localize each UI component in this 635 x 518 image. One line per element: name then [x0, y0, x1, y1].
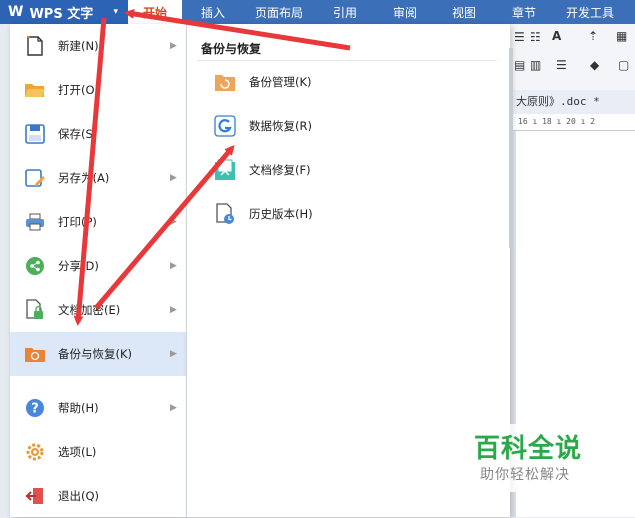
menu-item-backup-restore[interactable]: 备份与恢复(K) ▶ — [10, 332, 186, 376]
submenu-scrollbar[interactable] — [509, 48, 513, 248]
exit-icon — [24, 485, 46, 507]
tab-page-layout[interactable]: 页面布局 — [255, 0, 303, 24]
folder-open-icon — [24, 79, 46, 101]
backup-icon — [24, 343, 46, 365]
ribbon-tab-bar: W WPS 文字 ▾ 开始 插入 页面布局 引用 审阅 视图 章节 开发工具 — [0, 0, 635, 24]
menu-item-save-as[interactable]: 另存为(A) ▶ — [10, 156, 186, 200]
chevron-right-icon: ▶ — [170, 349, 177, 359]
chevron-right-icon: ▶ — [170, 173, 177, 183]
align-icon[interactable]: ▤ — [514, 58, 525, 72]
spacing-icon[interactable]: ⇡ — [588, 29, 598, 43]
save-as-icon — [24, 167, 46, 189]
menu-item-print[interactable]: 打印(P) ▶ — [10, 200, 186, 244]
wps-app-menu-button[interactable]: W WPS 文字 ▾ — [0, 0, 128, 24]
help-icon: ? — [24, 397, 46, 419]
menu-label-save-as: 另存为(A) — [58, 171, 110, 185]
svg-text:?: ? — [31, 402, 39, 417]
line-spacing-icon[interactable]: ☰ — [556, 58, 567, 72]
menu-label-exit: 退出(Q) — [58, 489, 100, 503]
distribute-icon[interactable]: ▥ — [530, 58, 541, 72]
chevron-right-icon: ▶ — [170, 217, 177, 227]
file-menu: 新建(N) ▶ 打开(O) 保存(S) 另存为(A) ▶ 打印(P) ▶ 分享(… — [10, 24, 187, 517]
tab-developer[interactable]: 开发工具 — [566, 0, 614, 24]
horizontal-ruler: 16 ı 18 ı 20 ı 2 — [510, 114, 635, 131]
ribbon-toolbar: ☰ ☷ A ⇡ ▦ ▤ ▥ ☰ ◆ ▢ — [510, 24, 635, 91]
menu-label-encrypt: 文档加密(E) — [58, 303, 121, 317]
border-icon[interactable]: ▢ — [618, 58, 629, 72]
history-version-icon — [213, 202, 237, 226]
watermark-subtitle: 助你轻松解决 — [480, 467, 570, 483]
share-icon — [24, 255, 46, 277]
menu-item-help[interactable]: ? 帮助(H) ▶ — [10, 386, 186, 430]
settings-icon — [24, 441, 46, 463]
submenu-item-history-version[interactable]: 历史版本(H) — [187, 194, 510, 234]
tab-insert[interactable]: 插入 — [201, 0, 225, 24]
menu-item-share[interactable]: 分享(D) ▶ — [10, 244, 186, 288]
submenu-divider — [197, 60, 497, 61]
document-repair-icon — [213, 158, 237, 182]
document-lock-icon — [24, 299, 46, 321]
menu-label-options: 选项(L) — [58, 445, 97, 459]
menu-item-encrypt[interactable]: 文档加密(E) ▶ — [10, 288, 186, 332]
table-icon[interactable]: ▦ — [616, 29, 627, 43]
app-title: WPS 文字 — [29, 6, 94, 22]
backup-manage-icon — [213, 70, 237, 94]
new-file-icon — [24, 35, 46, 57]
tab-review[interactable]: 审阅 — [393, 0, 417, 24]
submenu-item-data-recovery[interactable]: 数据恢复(R) — [187, 106, 510, 146]
tab-start[interactable]: 开始 — [128, 0, 182, 24]
chevron-right-icon: ▶ — [170, 41, 177, 51]
ruler-labels: 16 ı 18 ı 20 ı 2 — [518, 117, 596, 126]
tab-view[interactable]: 视图 — [452, 0, 476, 24]
menu-label-print: 打印(P) — [58, 215, 97, 229]
submenu-label-backup-manage: 备份管理(K) — [249, 75, 312, 89]
document-tab[interactable]: 大原则》.doc * — [510, 90, 635, 112]
left-edge — [0, 24, 10, 517]
menu-label-new: 新建(N) — [58, 39, 99, 53]
submenu-title: 备份与恢复 — [201, 42, 262, 56]
menu-label-save: 保存(S) — [58, 127, 98, 141]
submenu-label-history-version: 历史版本(H) — [249, 207, 313, 221]
menu-label-backup-restore: 备份与恢复(K) — [58, 347, 133, 361]
chevron-down-icon: ▾ — [113, 7, 118, 17]
chevron-right-icon: ▶ — [170, 261, 177, 271]
print-icon — [24, 211, 46, 233]
menu-label-open: 打开(O) — [58, 83, 100, 97]
menu-item-save[interactable]: 保存(S) — [10, 112, 186, 156]
chevron-right-icon: ▶ — [170, 305, 177, 315]
tab-references[interactable]: 引用 — [333, 0, 357, 24]
submenu-item-document-repair[interactable]: 文档修复(F) — [187, 150, 510, 190]
menu-item-exit[interactable]: 退出(Q) — [10, 474, 186, 518]
menu-item-open[interactable]: 打开(O) — [10, 68, 186, 112]
save-icon — [24, 123, 46, 145]
submenu-label-document-repair: 文档修复(F) — [249, 163, 311, 177]
submenu-item-backup-manage[interactable]: 备份管理(K) — [187, 62, 510, 102]
font-grow-icon[interactable]: A — [552, 29, 561, 43]
shading-icon[interactable]: ◆ — [590, 58, 599, 72]
menu-label-help: 帮助(H) — [58, 401, 99, 415]
wps-logo-icon: W — [8, 4, 24, 20]
menu-item-new[interactable]: 新建(N) ▶ — [10, 24, 186, 68]
chevron-right-icon: ▶ — [170, 403, 177, 413]
menu-label-share: 分享(D) — [58, 259, 99, 273]
watermark-title: 百科全说 — [474, 434, 583, 464]
indent-icon[interactable]: ☰ — [514, 30, 525, 44]
list-icon[interactable]: ☷ — [530, 30, 541, 44]
submenu-label-data-recovery: 数据恢复(R) — [249, 119, 312, 133]
menu-item-options[interactable]: 选项(L) — [10, 430, 186, 474]
tab-chapter[interactable]: 章节 — [512, 0, 536, 24]
document-tab-title: 大原则》.doc * — [516, 95, 600, 108]
data-recovery-icon — [213, 114, 237, 138]
backup-restore-submenu: 备份与恢复 备份管理(K) 数据恢复(R) 文档修复(F) 历史版本(H) — [187, 24, 513, 517]
